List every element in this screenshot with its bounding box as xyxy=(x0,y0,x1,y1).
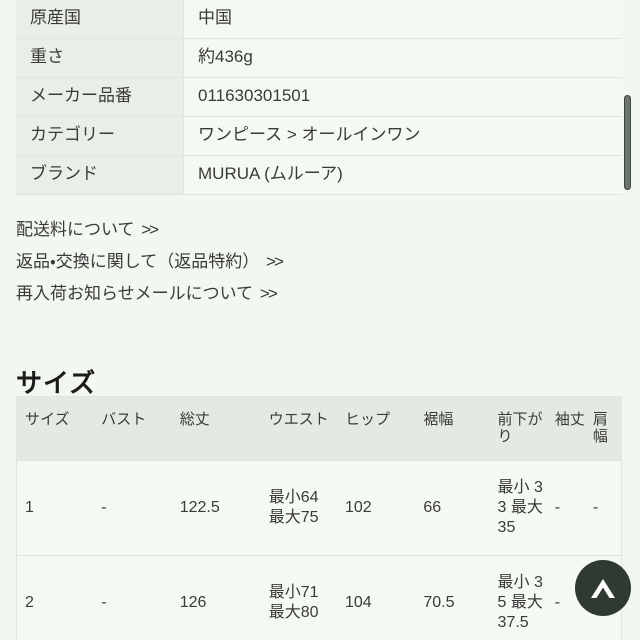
cell-size: 2 xyxy=(17,554,94,640)
column-header-hem-width: 裾幅 xyxy=(415,397,490,460)
table-row: 2 - 126 最小71 最大80 104 70.5 最小 35 最大 37.5… xyxy=(17,554,621,640)
size-table-container: サイズ バスト 総丈 ウエスト ヒップ 裾幅 前下がり 袖丈 肩幅 1 - 12… xyxy=(16,396,622,640)
spec-label-maker-code: メーカー品番 xyxy=(16,76,184,117)
cell-waist: 最小64 最大75 xyxy=(260,459,337,555)
table-row: 1 - 122.5 最小64 最大75 102 66 最小 33 最大 35 -… xyxy=(17,459,621,555)
page-scrollbar-thumb[interactable] xyxy=(624,95,631,190)
link-restock-notification-label: 再入荷お知らせメールについて xyxy=(16,284,254,303)
size-table-body: 1 - 122.5 最小64 最大75 102 66 最小 33 最大 35 -… xyxy=(17,459,621,640)
link-returns-exchange-label: 返品・交換に関して（返品特約） xyxy=(16,252,260,271)
cell-hem-width: 66 xyxy=(415,459,490,555)
cell-total-length: 126 xyxy=(171,554,261,640)
page-scrollbar-track[interactable] xyxy=(624,0,636,640)
chevron-right-icon: >> xyxy=(259,284,278,303)
cell-hem-width: 70.5 xyxy=(415,554,490,640)
link-returns-exchange[interactable]: 返品・交換に関して（返品特約） >> xyxy=(16,246,576,278)
column-header-size: サイズ xyxy=(17,397,94,460)
chevron-right-icon: >> xyxy=(266,252,284,271)
link-restock-notification[interactable]: 再入荷お知らせメールについて >> xyxy=(16,278,576,310)
chevron-right-icon: >> xyxy=(141,220,159,239)
chevron-up-icon xyxy=(588,575,618,601)
table-row: メーカー品番 011630301501 xyxy=(16,76,622,117)
table-row: ブランド MURUA (ムルーア) xyxy=(16,154,622,195)
cell-hip: 102 xyxy=(336,459,416,555)
cell-total-length: 122.5 xyxy=(171,459,261,555)
spec-value-category: ワンピース > オールインワン xyxy=(183,115,622,156)
cell-waist: 最小71 最大80 xyxy=(260,554,337,640)
column-header-sleeve-length: 袖丈 xyxy=(546,397,585,460)
cell-bust: - xyxy=(93,554,172,640)
column-header-bust: バスト xyxy=(93,397,172,460)
table-row: 重さ 約436g xyxy=(16,37,622,78)
cell-shoulder-width: - xyxy=(584,459,621,555)
spec-label-weight: 重さ xyxy=(16,37,184,78)
column-header-total-length: 総丈 xyxy=(171,397,261,460)
link-shipping-fee[interactable]: 配送料について >> xyxy=(16,214,576,246)
size-table-head: サイズ バスト 総丈 ウエスト ヒップ 裾幅 前下がり 袖丈 肩幅 xyxy=(17,397,621,460)
scroll-to-top-button[interactable] xyxy=(575,560,631,616)
spec-label-brand: ブランド xyxy=(16,154,184,195)
cell-sleeve-length: - xyxy=(546,459,585,555)
column-header-shoulder-width: 肩幅 xyxy=(584,397,621,460)
column-header-front-drop: 前下がり xyxy=(489,397,547,460)
spec-value-weight: 約436g xyxy=(183,37,622,78)
size-table-header-row: サイズ バスト 総丈 ウエスト ヒップ 裾幅 前下がり 袖丈 肩幅 xyxy=(17,397,621,460)
cell-front-drop: 最小 33 最大 35 xyxy=(489,459,547,555)
link-shipping-fee-label: 配送料について xyxy=(16,220,135,239)
size-table: サイズ バスト 総丈 ウエスト ヒップ 裾幅 前下がり 袖丈 肩幅 1 - 12… xyxy=(17,397,621,640)
cell-size: 1 xyxy=(17,459,94,555)
spec-label-category: カテゴリー xyxy=(16,115,184,156)
page-title: サイズ xyxy=(16,367,97,398)
product-detail-page: 原産国 中国 重さ 約436g メーカー品番 011630301501 カテゴリ… xyxy=(0,0,640,640)
cell-front-drop: 最小 35 最大 37.5 xyxy=(489,554,547,640)
spec-value-brand: MURUA (ムルーア) xyxy=(183,154,622,195)
cell-bust: - xyxy=(93,459,172,555)
spec-value-origin: 中国 xyxy=(183,0,622,39)
column-header-hip: ヒップ xyxy=(336,397,416,460)
product-spec-table: 原産国 中国 重さ 約436g メーカー品番 011630301501 カテゴリ… xyxy=(16,0,622,195)
spec-value-maker-code: 011630301501 xyxy=(183,76,622,117)
table-row: 原産国 中国 xyxy=(16,0,622,39)
cell-hip: 104 xyxy=(336,554,416,640)
spec-table-body: 原産国 中国 重さ 約436g メーカー品番 011630301501 カテゴリ… xyxy=(16,0,622,195)
column-header-waist: ウエスト xyxy=(260,397,337,460)
spec-label-origin: 原産国 xyxy=(16,0,184,39)
info-link-list: 配送料について >> 返品・交換に関して（返品特約） >> 再入荷お知らせメール… xyxy=(16,214,576,310)
table-row: カテゴリー ワンピース > オールインワン xyxy=(16,115,622,156)
